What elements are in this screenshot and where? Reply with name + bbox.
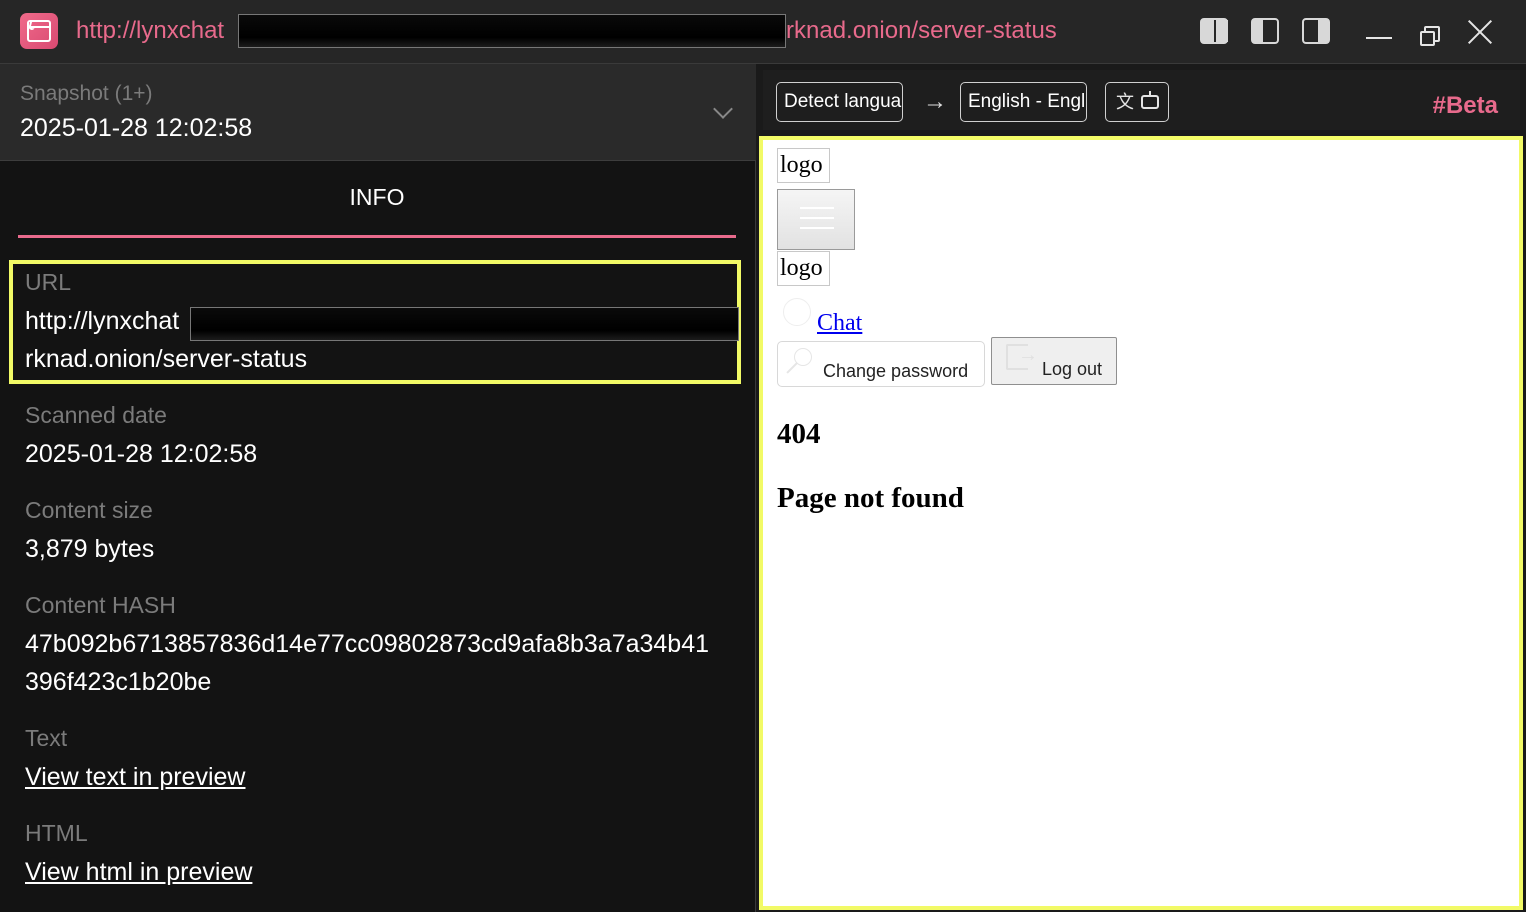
- content-hash-label: Content HASH: [25, 592, 176, 618]
- url-value-line1: http://lynxchat: [25, 307, 180, 335]
- chat-link[interactable]: Chat: [817, 310, 862, 337]
- tab-info[interactable]: INFO: [18, 172, 736, 238]
- close-icon[interactable]: [1466, 18, 1494, 46]
- page-preview: logo logo Chat Change password Log out 4…: [759, 136, 1523, 910]
- ai-translate-icon[interactable]: 文: [1105, 82, 1169, 122]
- layout-left-icon[interactable]: [1200, 18, 1228, 44]
- logo-image: logo: [777, 251, 830, 286]
- view-html-link[interactable]: View html in preview: [25, 858, 252, 887]
- maximize-icon[interactable]: [1420, 26, 1440, 46]
- snapshot-label: Snapshot (1+): [20, 82, 153, 105]
- text-label: Text: [25, 725, 68, 751]
- content-hash-line1: 47b092b6713857836d14e77cc09802873cd9afa8…: [25, 630, 710, 658]
- beta-badge: #Beta: [1432, 92, 1498, 119]
- title-url-end: rknad.onion/server-status: [786, 17, 1057, 44]
- title-bar: http://lynxchat rknad.onion/server-statu…: [0, 0, 1526, 64]
- html-label: HTML: [25, 820, 88, 846]
- log-out-button[interactable]: Log out: [991, 337, 1117, 385]
- arrow-right-icon: →: [923, 88, 947, 115]
- preview-panel: Detect langua → English - Engl 文 #Beta l…: [757, 64, 1526, 912]
- chevron-down-icon[interactable]: [713, 99, 733, 119]
- error-message-heading: Page not found: [777, 482, 964, 514]
- key-icon: [794, 348, 812, 366]
- change-password-button[interactable]: Change password: [777, 341, 985, 387]
- content-size-label: Content size: [25, 497, 153, 523]
- chat-icon: [783, 298, 811, 326]
- info-panel: Snapshot (1+) 2025-01-28 12:02:58 INFO U…: [0, 64, 756, 912]
- scanned-date-value: 2025-01-28 12:02:58: [25, 440, 258, 468]
- source-language-select[interactable]: Detect langua: [776, 82, 903, 122]
- translate-toolbar: Detect langua → English - Engl 文 #Beta: [763, 70, 1520, 130]
- view-text-link[interactable]: View text in preview: [25, 763, 245, 792]
- url-value-line2: rknad.onion/server-status: [25, 345, 308, 373]
- log-out-label: Log out: [1042, 359, 1103, 379]
- error-code-heading: 404: [777, 418, 821, 450]
- minimize-icon[interactable]: [1366, 37, 1392, 39]
- redaction-bar: [190, 307, 739, 341]
- hamburger-menu-button[interactable]: [777, 189, 855, 250]
- change-password-label: Change password: [823, 361, 969, 381]
- app-logo-icon: [20, 13, 58, 49]
- snapshot-selector[interactable]: Snapshot (1+) 2025-01-28 12:02:58: [0, 64, 756, 161]
- content-hash-line2: 396f423c1b20be: [25, 668, 212, 696]
- scanned-date-label: Scanned date: [25, 402, 167, 428]
- logout-icon: [1006, 344, 1038, 370]
- target-language-select[interactable]: English - Engl: [960, 82, 1087, 122]
- url-label: URL: [25, 269, 72, 295]
- redaction-bar: [238, 14, 786, 48]
- title-url-start: http://lynxchat: [76, 17, 225, 44]
- layout-split-icon[interactable]: [1251, 18, 1279, 44]
- content-size-value: 3,879 bytes: [25, 535, 155, 563]
- logo-image: logo: [777, 148, 830, 183]
- layout-right-icon[interactable]: [1302, 18, 1330, 44]
- snapshot-date: 2025-01-28 12:02:58: [20, 114, 253, 142]
